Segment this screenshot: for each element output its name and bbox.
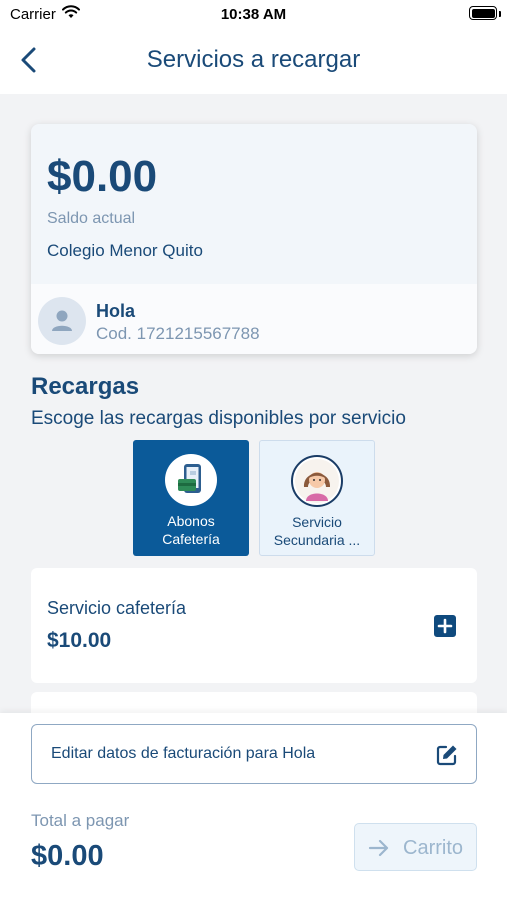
phone-wallet-icon xyxy=(165,454,217,506)
avatar xyxy=(38,297,86,345)
service-tile-label: Servicio Secundaria ... xyxy=(273,514,361,548)
billing-label: Editar datos de facturación para Hola xyxy=(51,745,316,762)
checkout-panel: Editar datos de facturación para Hola To… xyxy=(0,713,507,900)
service-tile-servicio-secundaria[interactable]: Servicio Secundaria ... xyxy=(259,440,375,556)
service-tile-abonos-cafeteria[interactable]: Abonos Cafetería xyxy=(133,440,249,556)
user-name: Hola xyxy=(96,301,136,321)
section-subtitle: Escoge las recargas disponibles por serv… xyxy=(31,408,406,429)
user-icon xyxy=(52,310,72,331)
item-price: $10.00 xyxy=(47,629,112,652)
cart-label: Carrito xyxy=(403,837,464,859)
service-tile-label: Abonos Cafetería xyxy=(162,513,220,547)
user-row: Hola Cod. 1721215567788 xyxy=(31,284,477,354)
cart-button[interactable]: Carrito xyxy=(354,823,477,871)
balance-card: $0.00 Saldo actual Colegio Menor Quito H… xyxy=(31,124,477,354)
balance-amount: $0.00 xyxy=(47,152,158,201)
school-name: Colegio Menor Quito xyxy=(47,241,203,260)
section-title: Recargas xyxy=(31,373,140,400)
status-bar: Carrier 10:38 AM xyxy=(0,0,507,30)
battery-icon xyxy=(469,6,497,20)
edit-billing-button[interactable]: Editar datos de facturación para Hola xyxy=(31,724,477,784)
arrow-right-icon xyxy=(368,839,389,857)
clock-label: 10:38 AM xyxy=(220,6,287,23)
total-amount: $0.00 xyxy=(31,840,104,872)
plus-icon xyxy=(437,618,453,634)
balance-label: Saldo actual xyxy=(47,210,136,227)
recharge-item-card: Servicio cafetería $10.00 xyxy=(31,568,477,683)
page-title: Servicios a recargar xyxy=(146,46,361,73)
nav-bar: Servicios a recargar xyxy=(0,30,507,94)
add-item-button[interactable] xyxy=(434,615,456,637)
item-name: Servicio cafetería xyxy=(47,598,187,618)
student-avatar-icon xyxy=(291,455,343,507)
total-label: Total a pagar xyxy=(31,811,130,830)
user-code: Cod. 1721215567788 xyxy=(96,324,260,343)
edit-icon xyxy=(436,745,457,766)
